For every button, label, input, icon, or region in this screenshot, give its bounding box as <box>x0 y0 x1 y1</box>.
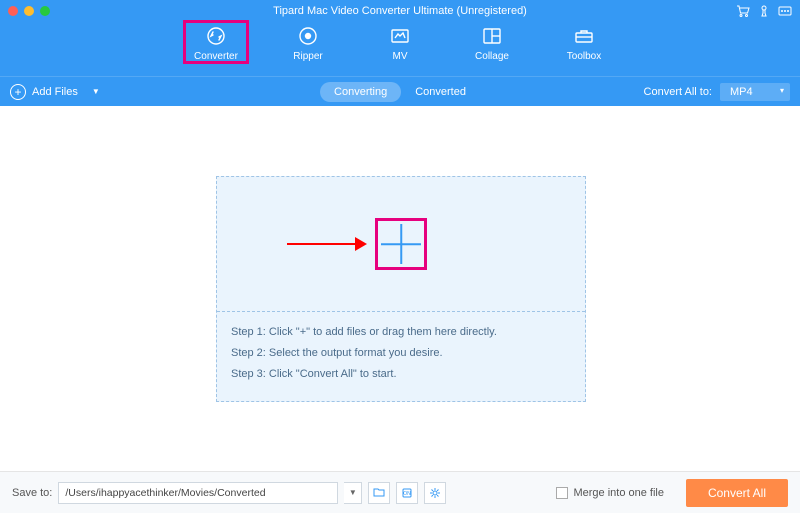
drop-top <box>217 177 585 311</box>
save-to-group: Save to: /Users/ihappyacethinker/Movies/… <box>12 482 446 504</box>
step-1-text: Step 1: Click "+" to add files or drag t… <box>231 322 571 343</box>
save-path-input[interactable]: /Users/ihappyacethinker/Movies/Converted <box>58 482 338 504</box>
add-file-plus-button[interactable] <box>379 222 423 266</box>
nav-label: MV <box>393 51 408 62</box>
minimize-window-button[interactable] <box>24 6 34 16</box>
instructions: Step 1: Click "+" to add files or drag t… <box>217 311 585 395</box>
nav-ripper[interactable]: Ripper <box>277 22 339 62</box>
output-format-select[interactable]: MP4 <box>720 83 790 101</box>
collage-icon <box>481 25 503 47</box>
save-to-label: Save to: <box>12 487 52 499</box>
convert-all-button[interactable]: Convert All <box>686 479 788 507</box>
main-nav: Converter Ripper MV Collage Toolbox <box>0 22 800 76</box>
nav-label: Converter <box>194 51 238 62</box>
converter-icon <box>205 25 227 47</box>
maximize-window-button[interactable] <box>40 6 50 16</box>
title-bar: Tipard Mac Video Converter Ultimate (Unr… <box>0 0 800 22</box>
nav-toolbox[interactable]: Toolbox <box>553 22 615 62</box>
menu-icon[interactable] <box>778 5 792 17</box>
chevron-down-icon[interactable]: ▼ <box>92 87 100 96</box>
open-folder-button[interactable] <box>368 482 390 504</box>
sub-toolbar: + Add Files ▼ Converting Converted Conve… <box>0 76 800 106</box>
merge-label: Merge into one file <box>573 487 664 499</box>
tab-converting[interactable]: Converting <box>320 82 401 102</box>
status-tabs: Converting Converted <box>320 82 480 102</box>
close-window-button[interactable] <box>8 6 18 16</box>
window-controls <box>0 6 50 16</box>
hardware-accel-button[interactable]: ON <box>396 482 418 504</box>
ripper-icon <box>297 25 319 47</box>
nav-converter[interactable]: Converter <box>185 22 247 62</box>
nav-label: Collage <box>475 51 509 62</box>
register-icon[interactable] <box>758 5 770 17</box>
step-3-text: Step 3: Click "Convert All" to start. <box>231 364 571 385</box>
merge-option: Merge into one file <box>556 487 664 499</box>
annotation-arrow <box>287 241 367 247</box>
nav-label: Ripper <box>293 51 322 62</box>
mv-icon <box>389 25 411 47</box>
save-path-dropdown[interactable]: ▼ <box>344 482 362 504</box>
settings-button[interactable] <box>424 482 446 504</box>
convert-all-to-label: Convert All to: <box>644 86 712 98</box>
nav-mv[interactable]: MV <box>369 22 431 62</box>
add-files-button[interactable]: + Add Files ▼ <box>10 84 100 100</box>
step-2-text: Step 2: Select the output format you des… <box>231 343 571 364</box>
save-path-value: /Users/ihappyacethinker/Movies/Converted <box>65 487 265 499</box>
svg-text:ON: ON <box>404 491 412 497</box>
add-files-label: Add Files <box>32 86 78 98</box>
plus-circle-icon: + <box>10 84 26 100</box>
drop-zone[interactable]: Step 1: Click "+" to add files or drag t… <box>216 176 586 402</box>
footer-bar: Save to: /Users/ihappyacethinker/Movies/… <box>0 471 800 513</box>
nav-collage[interactable]: Collage <box>461 22 523 62</box>
cart-icon[interactable] <box>736 5 750 17</box>
tab-converted[interactable]: Converted <box>401 82 480 102</box>
nav-label: Toolbox <box>567 51 601 62</box>
app-title: Tipard Mac Video Converter Ultimate (Unr… <box>0 5 800 17</box>
main-area: Step 1: Click "+" to add files or drag t… <box>0 106 800 471</box>
toolbox-icon <box>573 25 595 47</box>
merge-checkbox[interactable] <box>556 487 568 499</box>
convert-all-to: Convert All to: MP4 <box>644 83 790 101</box>
title-right-icons <box>736 5 792 17</box>
